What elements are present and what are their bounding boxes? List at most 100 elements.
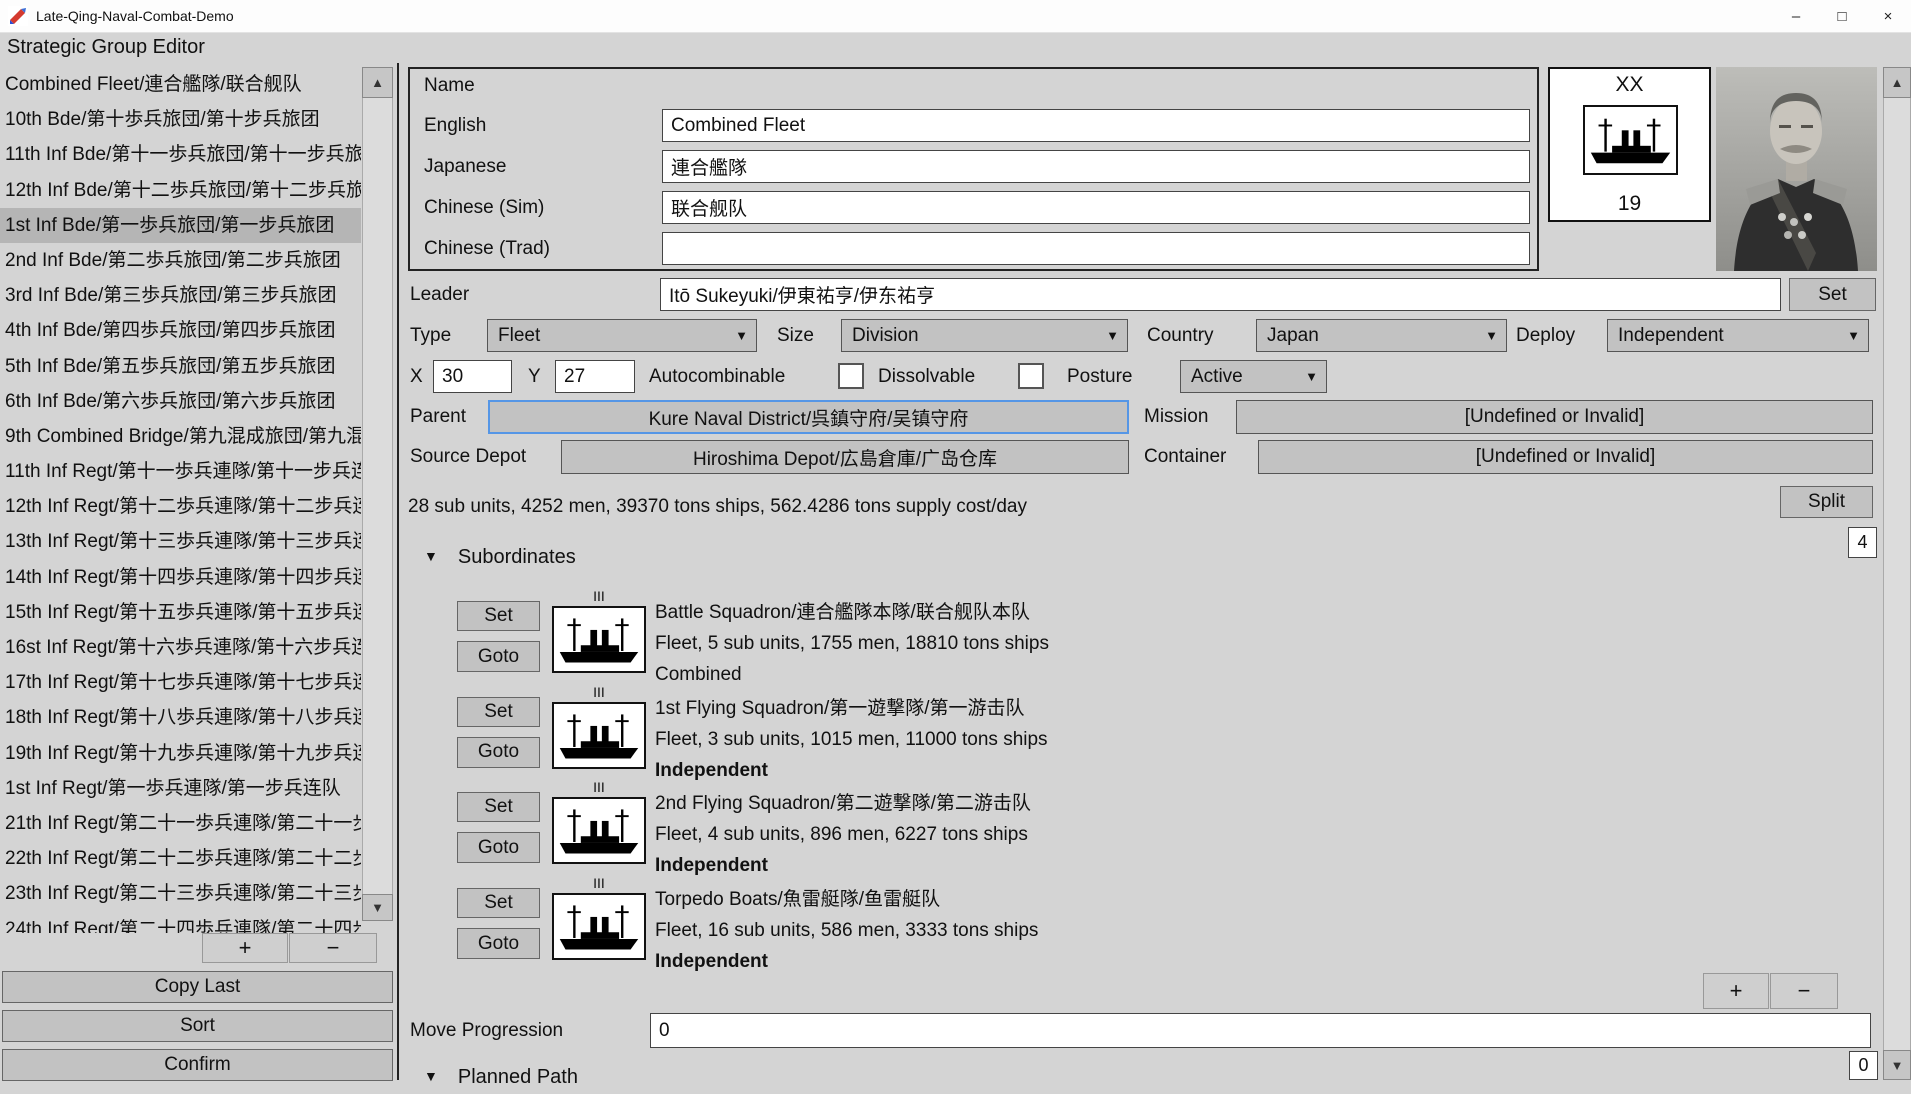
leader-label: Leader [410,278,469,311]
path-count-field[interactable]: 0 [1849,1051,1878,1080]
group-list-item[interactable]: 23th Inf Regt/第二十三歩兵連隊/第二十三步兵连队 [0,876,361,911]
group-list-item[interactable]: 19th Inf Regt/第十九歩兵連隊/第十九步兵连队 [0,736,361,771]
japanese-name-label: Japanese [424,150,506,183]
maximize-button[interactable]: □ [1819,0,1865,33]
group-list-item[interactable]: 16st Inf Regt/第十六歩兵連隊/第十六步兵连队 [0,630,361,665]
type-select[interactable]: Fleet ▼ [487,319,757,352]
size-select[interactable]: Division ▼ [841,319,1128,352]
sort-button[interactable]: Sort [2,1010,393,1042]
mission-button[interactable]: [Undefined or Invalid] [1236,400,1873,434]
split-button[interactable]: Split [1780,486,1873,518]
x-input[interactable] [433,360,512,393]
y-input[interactable] [555,360,635,393]
group-list-item[interactable]: 12th Inf Regt/第十二歩兵連隊/第十二步兵连队 [0,489,361,524]
group-list-item[interactable]: 3rd Inf Bde/第三歩兵旅団/第三步兵旅团 [0,278,361,313]
subordinate-set-button[interactable]: Set [457,888,540,918]
group-list-item[interactable]: 13th Inf Regt/第十三歩兵連隊/第十三步兵连队 [0,524,361,559]
collapse-icon[interactable]: ▼ [424,548,438,564]
posture-select-value: Active [1191,366,1243,387]
chevron-down-icon: ▼ [1485,320,1498,351]
window-titlebar: Late-Qing-Naval-Combat-Demo – □ × [0,0,1911,33]
leader-input[interactable] [660,278,1781,311]
list-remove-button[interactable]: − [289,933,377,963]
source-depot-button[interactable]: Hiroshima Depot/広島倉庫/广岛仓库 [561,440,1129,474]
autocombinable-label: Autocombinable [649,360,785,393]
sidebar-scroll-up-icon[interactable]: ▲ [362,67,393,98]
subordinate-info: Battle Squadron/連合艦隊本隊/联合舰队本队 Fleet, 5 s… [655,597,1049,690]
list-add-button[interactable]: + [202,933,288,963]
dissolvable-checkbox[interactable] [1018,363,1044,389]
group-list-item[interactable]: 11th Inf Regt/第十一歩兵連隊/第十一步兵连队 [0,454,361,489]
subordinate-goto-button[interactable]: Goto [457,737,540,768]
group-list-item[interactable]: 21th Inf Regt/第二十一歩兵連隊/第二十一步兵连队 [0,806,361,841]
unit-size-symbol: III [552,588,646,604]
dissolvable-label: Dissolvable [878,360,975,393]
deploy-select[interactable]: Independent ▼ [1607,319,1869,352]
minimize-button[interactable]: – [1773,0,1819,33]
container-button[interactable]: [Undefined or Invalid] [1258,440,1873,474]
group-list-item[interactable]: 5th Inf Bde/第五歩兵旅団/第五步兵旅团 [0,349,361,384]
subordinate-row: Set Goto III 1st Flying Squadron/第一遊撃隊/第… [408,687,1883,783]
group-list-item[interactable]: 15th Inf Regt/第十五歩兵連隊/第十五步兵连队 [0,595,361,630]
confirm-button[interactable]: Confirm [2,1049,393,1081]
group-list-item[interactable]: 4th Inf Bde/第四歩兵旅団/第四步兵旅团 [0,313,361,348]
ship-icon [1583,105,1678,175]
subordinate-goto-button[interactable]: Goto [457,641,540,672]
japanese-name-input[interactable] [662,150,1530,183]
english-name-label: English [424,109,486,142]
group-list-item[interactable]: 24th Inf Regt/第二十四歩兵連隊/第二十四步兵连队 [0,912,361,934]
group-list-item[interactable]: 12th Inf Bde/第十二歩兵旅団/第十二步兵旅团 [0,173,361,208]
subordinates-header: ▼ Subordinates [424,546,576,574]
subordinate-info: Torpedo Boats/魚雷艇隊/鱼雷艇队 Fleet, 16 sub un… [655,884,1038,977]
collapse-icon[interactable]: ▼ [424,1068,438,1084]
subordinate-goto-button[interactable]: Goto [457,928,540,959]
chinese-sim-name-input[interactable] [662,191,1530,224]
move-progression-input[interactable] [650,1013,1871,1048]
autocombinable-checkbox[interactable] [838,363,864,389]
subordinate-stats: Fleet, 5 sub units, 1755 men, 18810 tons… [655,628,1049,659]
subordinate-set-button[interactable]: Set [457,697,540,727]
subordinate-add-button[interactable]: + [1703,973,1769,1009]
group-list-item[interactable]: 1st Inf Regt/第一歩兵連隊/第一步兵连队 [0,771,361,806]
posture-label: Posture [1067,360,1132,393]
group-list-item[interactable]: 9th Combined Bridge/第九混成旅団/第九混成旅团 [0,419,361,454]
main-scroll-up-icon[interactable]: ▲ [1883,67,1911,98]
country-select-value: Japan [1267,325,1319,346]
group-list-item[interactable]: 11th Inf Bde/第十一歩兵旅団/第十一步兵旅团 [0,137,361,172]
chinese-trad-name-input[interactable] [662,232,1530,265]
unit-summary: 28 sub units, 4252 men, 39370 tons ships… [408,490,1027,523]
subordinate-set-button[interactable]: Set [457,792,540,822]
copy-last-button[interactable]: Copy Last [2,971,393,1003]
group-list-item[interactable]: 22th Inf Regt/第二十二歩兵連隊/第二十二步兵连队 [0,841,361,876]
parent-button[interactable]: Kure Naval District/呉鎮守府/吴镇守府 [488,400,1129,434]
english-name-input[interactable] [662,109,1530,142]
subordinate-goto-button[interactable]: Goto [457,832,540,863]
group-list-item[interactable]: 1st Inf Bde/第一歩兵旅団/第一步兵旅团 [0,208,361,243]
subordinate-remove-button[interactable]: − [1770,973,1838,1009]
main-scrollbar-track[interactable] [1883,97,1911,1051]
chevron-down-icon: ▼ [735,320,748,351]
chinese-sim-name-label: Chinese (Sim) [424,191,544,224]
planned-path-header: ▼Planned Path [424,1066,578,1094]
group-list-item[interactable]: 18th Inf Regt/第十八歩兵連隊/第十八步兵连队 [0,700,361,735]
split-count-field[interactable]: 4 [1848,527,1877,558]
group-list-item[interactable]: 10th Bde/第十歩兵旅団/第十步兵旅团 [0,102,361,137]
main-scroll-down-icon[interactable]: ▼ [1883,1050,1911,1080]
sidebar-scrollbar-track[interactable] [362,97,393,895]
sidebar-scroll-down-icon[interactable]: ▼ [362,894,393,921]
posture-select[interactable]: Active ▼ [1180,360,1327,393]
group-list-item[interactable]: Combined Fleet/連合艦隊/联合舰队 [0,67,361,102]
close-button[interactable]: × [1865,0,1911,33]
name-groupbox: Name English Japanese Chinese (Sim) Chin… [408,67,1539,271]
leader-set-button[interactable]: Set [1789,278,1876,311]
subordinates-title: Subordinates [458,546,576,568]
country-select[interactable]: Japan ▼ [1256,319,1507,352]
group-list-item[interactable]: 2nd Inf Bde/第二歩兵旅団/第二步兵旅团 [0,243,361,278]
group-list-item[interactable]: 14th Inf Regt/第十四歩兵連隊/第十四步兵连队 [0,560,361,595]
subordinate-set-button[interactable]: Set [457,601,540,631]
subordinate-stats: Fleet, 3 sub units, 1015 men, 11000 tons… [655,724,1048,755]
unit-size-symbol: III [552,684,646,700]
group-list-item[interactable]: 6th Inf Bde/第六歩兵旅団/第六步兵旅团 [0,384,361,419]
deploy-label: Deploy [1516,319,1575,352]
group-list-item[interactable]: 17th Inf Regt/第十七歩兵連隊/第十七步兵连队 [0,665,361,700]
